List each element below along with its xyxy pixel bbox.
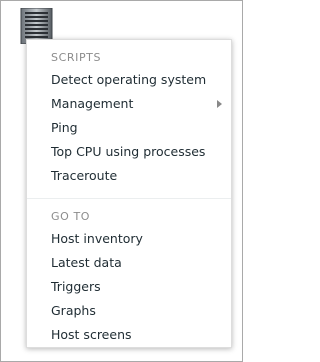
host-context-menu: SCRIPTS Detect operating system Manageme… — [26, 39, 232, 348]
menu-item-latest-data[interactable]: Latest data — [27, 251, 231, 275]
menu-item-host-inventory[interactable]: Host inventory — [27, 227, 231, 251]
menu-item-graphs[interactable]: Graphs — [27, 299, 231, 323]
menu-item-label: Ping — [51, 120, 78, 135]
menu-item-label: Host screens — [51, 327, 132, 342]
menu-item-triggers[interactable]: Triggers — [27, 275, 231, 299]
menu-item-label: Detect operating system — [51, 72, 207, 87]
menu-item-top-cpu[interactable]: Top CPU using processes — [27, 140, 231, 164]
menu-item-host-screens[interactable]: Host screens — [27, 323, 231, 347]
map-canvas: A CP SCRIPTS Detect operating system Man… — [0, 0, 243, 362]
menu-item-label: Management — [51, 96, 134, 111]
scripts-section-title: SCRIPTS — [51, 51, 102, 64]
menu-item-label: Top CPU using processes — [51, 144, 206, 159]
menu-item-label: Triggers — [51, 279, 101, 294]
menu-item-traceroute[interactable]: Traceroute — [27, 164, 231, 188]
goto-section-title: GO TO — [51, 210, 91, 223]
menu-divider — [27, 198, 231, 199]
menu-item-label: Host inventory — [51, 231, 143, 246]
menu-item-management[interactable]: Management — [27, 92, 231, 116]
menu-item-detect-os[interactable]: Detect operating system — [27, 68, 231, 92]
menu-item-label: Latest data — [51, 255, 122, 270]
menu-item-label: Traceroute — [51, 168, 118, 183]
menu-item-ping[interactable]: Ping — [27, 116, 231, 140]
chevron-right-icon — [217, 100, 222, 108]
menu-item-label: Graphs — [51, 303, 96, 318]
